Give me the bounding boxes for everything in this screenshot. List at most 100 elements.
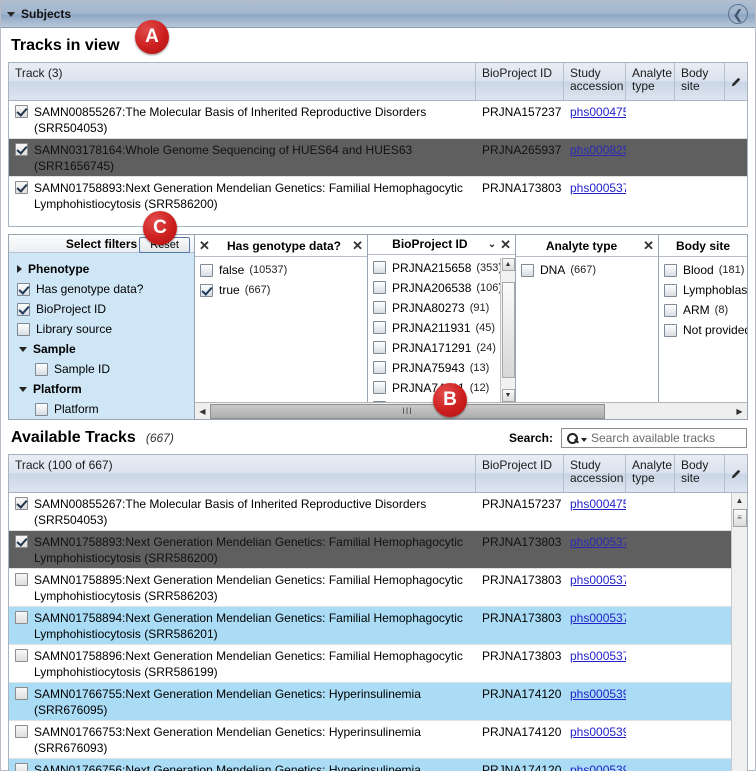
clear-facet-icon[interactable]: ✕ bbox=[199, 239, 210, 252]
column-header-track[interactable]: Track (3) bbox=[9, 63, 476, 100]
column-header-study-accession[interactable]: Study accession bbox=[564, 63, 626, 100]
filter-checkbox[interactable] bbox=[17, 322, 30, 336]
study-accession-link[interactable]: phs000537 bbox=[570, 573, 626, 587]
filter-checkbox[interactable] bbox=[17, 302, 30, 316]
facet-item[interactable]: PRJNA80273 (91) bbox=[368, 298, 500, 318]
track-checkbox[interactable] bbox=[15, 573, 28, 586]
table-row[interactable]: SAMN01766756:Next Generation Mendelian G… bbox=[9, 759, 747, 771]
column-header-analyte-type[interactable]: Analyte type bbox=[626, 63, 675, 100]
scroll-down-icon[interactable]: ▼ bbox=[501, 389, 515, 402]
column-header-study-accession[interactable]: Study accession bbox=[564, 455, 626, 492]
study-accession-link[interactable]: phs000537 bbox=[570, 535, 626, 549]
facets-horizontal-scrollbar[interactable]: ◀ III ▶ bbox=[195, 402, 747, 419]
filter-checkbox[interactable] bbox=[17, 282, 30, 296]
facet-checkbox[interactable] bbox=[373, 301, 386, 315]
facet-checkbox[interactable] bbox=[200, 263, 213, 277]
vscroll-thumb[interactable]: ≡ bbox=[732, 509, 747, 527]
track-checkbox[interactable] bbox=[15, 143, 28, 156]
track-checkbox[interactable] bbox=[15, 535, 28, 548]
track-checkbox[interactable] bbox=[15, 497, 28, 510]
facet-checkbox[interactable] bbox=[373, 361, 386, 375]
facet-checkbox[interactable] bbox=[664, 263, 677, 277]
facet-checkbox[interactable] bbox=[664, 303, 677, 317]
triangle-down-icon[interactable] bbox=[7, 11, 15, 17]
filter-tree-item[interactable]: Platform bbox=[9, 399, 194, 419]
column-header-track[interactable]: Track (100 of 667) bbox=[9, 455, 476, 492]
facet-checkbox[interactable] bbox=[664, 323, 677, 337]
table-row[interactable]: SAMN01766753:Next Generation Mendelian G… bbox=[9, 721, 747, 759]
table-row[interactable]: SAMN01758893:Next Generation Mendelian G… bbox=[9, 177, 747, 214]
study-accession-link[interactable]: phs000825 bbox=[570, 143, 626, 157]
scroll-up-icon[interactable]: ▲ bbox=[501, 257, 515, 271]
facet-item[interactable]: DNA (667) bbox=[516, 260, 658, 280]
track-checkbox[interactable] bbox=[15, 763, 28, 771]
filter-tree-item[interactable]: Sample ID bbox=[9, 359, 194, 379]
table-row[interactable]: SAMN00855267:The Molecular Basis of Inhe… bbox=[9, 101, 747, 139]
facet-checkbox[interactable] bbox=[373, 281, 386, 295]
track-checkbox[interactable] bbox=[15, 611, 28, 624]
chevron-left-circle-icon[interactable]: ❮ bbox=[728, 4, 748, 24]
facet-checkbox[interactable] bbox=[373, 261, 386, 275]
facet-item[interactable]: Not provided bbox=[659, 320, 747, 340]
column-header-body-site[interactable]: Body site bbox=[675, 63, 725, 100]
facet-checkbox[interactable] bbox=[373, 341, 386, 355]
pencil-icon[interactable] bbox=[725, 63, 747, 100]
facet-item[interactable]: PRJNA171291 (24) bbox=[368, 338, 500, 358]
search-dropdown-icon[interactable] bbox=[581, 438, 587, 442]
table-row[interactable]: SAMN01758893:Next Generation Mendelian G… bbox=[9, 531, 747, 569]
close-facet-icon[interactable]: ✕ bbox=[500, 238, 511, 251]
facet-item[interactable]: Lymphoblast bbox=[659, 280, 747, 300]
table-row[interactable]: SAMN01758895:Next Generation Mendelian G… bbox=[9, 569, 747, 607]
vscroll-thumb[interactable] bbox=[501, 281, 515, 378]
track-checkbox[interactable] bbox=[15, 181, 28, 194]
facet-item[interactable]: false (10537) bbox=[195, 260, 367, 280]
hscroll-thumb[interactable]: III bbox=[210, 403, 605, 419]
magnifier-icon[interactable] bbox=[566, 432, 579, 445]
triangle-down-icon[interactable] bbox=[19, 346, 27, 352]
facet-checkbox[interactable] bbox=[200, 283, 213, 297]
facet-item[interactable]: PRJNA75943 (13) bbox=[368, 358, 500, 378]
study-accession-link[interactable]: phs000537 bbox=[570, 611, 626, 625]
close-facet-icon[interactable]: ✕ bbox=[643, 239, 654, 252]
search-input[interactable]: Search available tracks bbox=[591, 431, 715, 445]
scroll-left-icon[interactable]: ◀ bbox=[195, 404, 210, 419]
chevron-down-icon[interactable]: ⌄ bbox=[488, 239, 496, 250]
search-box[interactable]: Search available tracks bbox=[561, 428, 747, 448]
column-header-bioproject[interactable]: BioProject ID bbox=[476, 455, 564, 492]
facet-checkbox[interactable] bbox=[521, 263, 534, 277]
track-checkbox[interactable] bbox=[15, 687, 28, 700]
hscroll-track[interactable]: III bbox=[210, 403, 732, 419]
filter-tree-item[interactable]: Library source bbox=[9, 319, 194, 339]
available-tracks-vertical-scrollbar[interactable]: ▲ ≡ ▼ bbox=[731, 493, 747, 771]
study-accession-link[interactable]: phs000537 bbox=[570, 649, 626, 663]
track-checkbox[interactable] bbox=[15, 725, 28, 738]
study-accession-link[interactable]: phs000475 bbox=[570, 497, 626, 511]
close-facet-icon[interactable]: ✕ bbox=[352, 239, 363, 252]
column-header-bioproject[interactable]: BioProject ID bbox=[476, 63, 564, 100]
triangle-right-icon[interactable] bbox=[17, 265, 22, 273]
scroll-right-icon[interactable]: ▶ bbox=[732, 404, 747, 419]
filter-tree-item[interactable]: Platform bbox=[9, 379, 194, 399]
table-row[interactable]: SAMN03178164:Whole Genome Sequencing of … bbox=[9, 139, 747, 177]
study-accession-link[interactable]: phs000539 bbox=[570, 725, 626, 739]
column-header-analyte-type[interactable]: Analyte type bbox=[626, 455, 675, 492]
facet-item[interactable]: Blood (181) bbox=[659, 260, 747, 280]
pencil-icon[interactable] bbox=[725, 455, 747, 492]
track-checkbox[interactable] bbox=[15, 649, 28, 662]
scroll-up-icon[interactable]: ▲ bbox=[733, 493, 747, 507]
filter-tree-item[interactable]: Sample bbox=[9, 339, 194, 359]
triangle-down-icon[interactable] bbox=[19, 386, 27, 392]
facet-checkbox[interactable] bbox=[373, 381, 386, 395]
column-header-body-site[interactable]: Body site bbox=[675, 455, 725, 492]
facet-item[interactable]: true (667) bbox=[195, 280, 367, 300]
filter-checkbox[interactable] bbox=[35, 402, 48, 416]
filter-tree-item[interactable]: BioProject ID bbox=[9, 299, 194, 319]
facet-vertical-scrollbar[interactable]: ▲ ▼ bbox=[500, 257, 515, 402]
facet-checkbox[interactable] bbox=[373, 401, 386, 402]
study-accession-link[interactable]: phs000475 bbox=[570, 105, 626, 119]
facet-item[interactable]: ARM (8) bbox=[659, 300, 747, 320]
facet-item[interactable]: PRJNA211931 (45) bbox=[368, 318, 500, 338]
filter-tree-item[interactable]: Phenotype bbox=[9, 259, 194, 279]
facet-item[interactable]: PRJNA215658 (353) bbox=[368, 258, 502, 278]
table-row[interactable]: SAMN00855267:The Molecular Basis of Inhe… bbox=[9, 493, 747, 531]
